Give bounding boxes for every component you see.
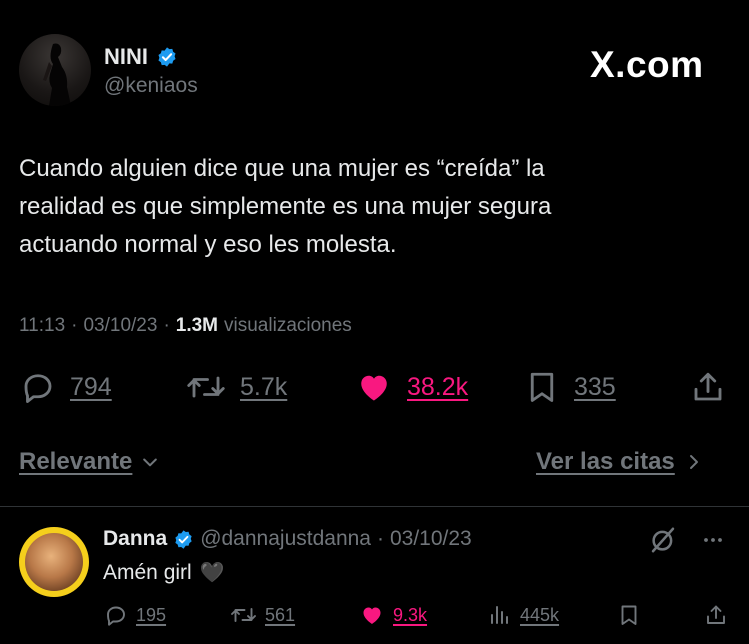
tweet-time[interactable]: 11:13 <box>19 315 65 337</box>
reply-share-button[interactable] <box>704 603 728 632</box>
more-button[interactable] <box>698 528 728 557</box>
tweet-text-line: actuando normal y eso les molesta. <box>19 231 397 258</box>
tweet-meta: 11:13 · 03/10/23 · 1.3M visualizaciones <box>19 315 352 337</box>
reply-reply-count: 195 <box>136 604 167 625</box>
view-quotes-link[interactable]: Ver las citas <box>536 448 703 476</box>
verified-badge-icon <box>175 529 192 549</box>
view-quotes-label: Ver las citas <box>536 448 675 475</box>
reply-author-handle[interactable]: @dannajustdanna <box>200 527 371 551</box>
reply-text: Amén girl 🖤 <box>103 560 225 585</box>
grok-button[interactable] <box>648 525 678 560</box>
views-label: visualizaciones <box>224 315 352 336</box>
avatar-figure <box>43 43 71 106</box>
heart-icon <box>363 607 381 624</box>
more-icon <box>704 538 722 542</box>
reply-icon <box>24 374 52 403</box>
reply-views-count: 445k <box>520 604 560 625</box>
retweet-icon <box>231 608 256 622</box>
share-icon <box>707 605 725 624</box>
bookmark-button[interactable]: 335 <box>524 369 616 405</box>
tweet-text: Cuando alguien dice que una mujer es “cr… <box>19 150 551 264</box>
share-icon <box>694 372 722 401</box>
grok-icon <box>651 527 675 553</box>
reply-retweet-count: 561 <box>265 604 296 625</box>
reply-like-button[interactable]: 9.3k <box>359 603 427 627</box>
author-avatar[interactable] <box>19 34 91 106</box>
reply-bookmark-button[interactable] <box>617 603 641 632</box>
reply-avatar-photo <box>25 533 83 591</box>
xcom-logo: X.com <box>590 44 704 85</box>
retweet-icon <box>187 376 225 398</box>
bookmark-count: 335 <box>574 372 616 401</box>
author-name[interactable]: NINI <box>104 44 148 70</box>
tweet-text-line: realidad es que simplemente es una mujer… <box>19 193 552 220</box>
reply-icon <box>107 606 125 626</box>
tweet-text-line: Cuando alguien dice que una mujer es “cr… <box>19 155 545 182</box>
meta-separator: · <box>163 315 170 336</box>
meta-separator: · <box>71 315 78 336</box>
share-button[interactable] <box>690 369 726 410</box>
reply-views-button[interactable]: 445k <box>488 603 559 627</box>
tweet-date[interactable]: 03/10/23 <box>83 315 157 337</box>
meta-separator: · <box>376 527 384 550</box>
reply-author-avatar[interactable] <box>19 527 89 597</box>
heart-icon <box>361 375 387 401</box>
sort-relevant-label: Relevante <box>19 448 133 475</box>
views-icon <box>491 606 508 624</box>
reply-reply-button[interactable]: 195 <box>104 603 166 627</box>
reply-button[interactable]: 794 <box>20 369 112 405</box>
chevron-down-icon <box>143 458 158 467</box>
black-heart-emoji: 🖤 <box>199 562 225 584</box>
chevron-right-icon <box>689 455 698 469</box>
reply-date[interactable]: 03/10/23 <box>390 527 472 551</box>
bookmark-icon <box>530 372 554 402</box>
bookmark-icon <box>621 605 637 625</box>
like-button[interactable]: 38.2k <box>355 369 468 405</box>
reply-header: Danna @dannajustdanna · 03/10/23 <box>103 527 472 551</box>
sort-relevant-dropdown[interactable]: Relevante <box>19 448 160 476</box>
reply-text-content: Amén girl <box>103 560 192 584</box>
views-count: 1.3M <box>175 315 219 336</box>
reply-like-count: 9.3k <box>393 604 428 625</box>
author-handle[interactable]: @keniaos <box>104 74 198 98</box>
retweet-count: 5.7k <box>240 372 288 401</box>
retweet-button[interactable]: 5.7k <box>186 369 287 405</box>
divider <box>0 506 749 507</box>
reply-count: 794 <box>70 372 112 401</box>
verified-badge-icon <box>158 47 176 67</box>
reply-author-name[interactable]: Danna <box>103 527 167 551</box>
reply-retweet-button[interactable]: 561 <box>230 603 295 627</box>
like-count: 38.2k <box>407 372 469 401</box>
